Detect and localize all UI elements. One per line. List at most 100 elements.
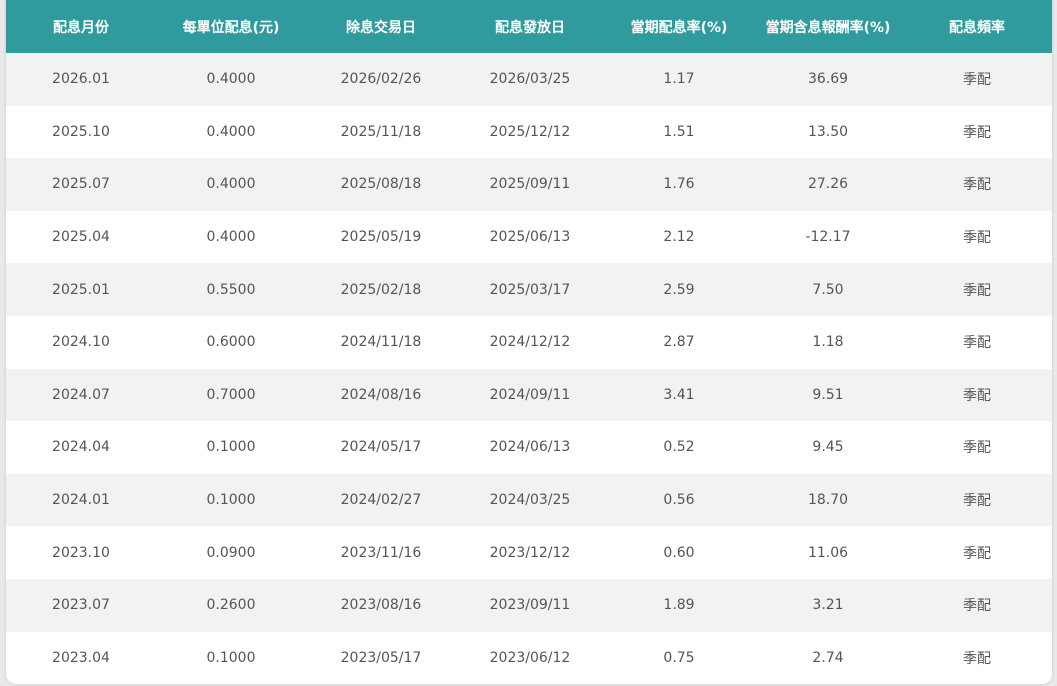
- cell-yield: 1.51: [663, 123, 695, 140]
- table-row: 2023.10 0.0900 2023/11/16 2023/12/12 0.60 11.…: [6, 526, 1052, 579]
- cell-pay-date: 2024/09/11: [489, 386, 571, 403]
- cell-return: 1.18: [812, 334, 844, 351]
- cell-pay-date: 2025/12/12: [489, 123, 571, 140]
- cell-frequency: 季配: [963, 230, 991, 247]
- table-header: 配息月份 每單位配息(元) 除息交易日 配息發放日 當期配息率(%) 當期含息報…: [6, 0, 1052, 53]
- cell-return: 13.50: [807, 123, 849, 140]
- table-row: 2025.01 0.5500 2025/02/18 2025/03/17 2.59 7.5…: [6, 263, 1052, 316]
- table-row: 2024.10 0.6000 2024/11/18 2024/12/12 2.87 1.1…: [6, 315, 1052, 369]
- cell-ex-date: 2025/11/18: [340, 123, 422, 140]
- cell-yield: 2.59: [663, 281, 695, 298]
- cell-month: 2025.10: [52, 123, 110, 140]
- cell-ex-date: 2023/11/16: [340, 544, 422, 561]
- cell-dividend: 0.6000: [206, 334, 256, 351]
- cell-pay-date: 2024/06/13: [489, 439, 571, 456]
- cell-return: -12.17: [805, 229, 851, 246]
- cell-pay-date: 2025/03/17: [489, 281, 571, 298]
- header-distribution-month: 配息月份: [53, 19, 109, 36]
- cell-yield: 3.41: [663, 386, 695, 403]
- cell-pay-date: 2024/03/25: [489, 492, 571, 509]
- cell-dividend: 0.0900: [206, 544, 256, 561]
- cell-month: 2024.10: [52, 334, 110, 351]
- cell-dividend: 0.1000: [206, 649, 256, 666]
- cell-month: 2023.07: [52, 597, 110, 614]
- cell-ex-date: 2026/02/26: [340, 71, 422, 88]
- cell-frequency: 季配: [963, 545, 991, 562]
- cell-dividend: 0.4000: [206, 176, 256, 193]
- cell-pay-date: 2023/09/11: [489, 597, 571, 614]
- cell-month: 2023.04: [52, 649, 110, 666]
- cell-pay-date: 2023/06/12: [489, 649, 571, 666]
- cell-yield: 0.75: [663, 649, 695, 666]
- cell-frequency: 季配: [963, 72, 991, 89]
- table-row: 2025.10 0.4000 2025/11/18 2025/12/12 1.51 13.…: [6, 105, 1052, 159]
- cell-ex-date: 2023/08/16: [340, 597, 422, 614]
- table-row: 2026.01 0.4000 2026/02/26 2026/03/25 1.17 36.…: [6, 53, 1052, 106]
- cell-return: 3.21: [812, 597, 844, 614]
- table-row: 2023.07 0.2600 2023/08/16 2023/09/11 1.89 3.2…: [6, 578, 1052, 632]
- cell-return: 7.50: [812, 281, 844, 298]
- cell-dividend: 0.4000: [206, 123, 256, 140]
- header-row: 配息月份 每單位配息(元) 除息交易日 配息發放日 當期配息率(%) 當期含息報…: [6, 0, 1052, 53]
- header-frequency: 配息頻率: [949, 19, 1005, 36]
- cell-frequency: 季配: [963, 177, 991, 194]
- header-dividend-per-unit: 每單位配息(元): [182, 19, 280, 36]
- cell-return: 36.69: [807, 71, 849, 88]
- header-dividend-yield: 當期配息率(%): [630, 19, 728, 36]
- table-body: 2026.01 0.4000 2026/02/26 2026/03/25 1.17 36.…: [6, 53, 1052, 684]
- cell-yield: 0.56: [663, 492, 695, 509]
- cell-dividend: 0.1000: [206, 492, 256, 509]
- cell-ex-date: 2025/05/19: [340, 229, 422, 246]
- table-row: 2024.01 0.1000 2024/02/27 2024/03/25 0.56 18.…: [6, 473, 1052, 527]
- header-total-return: 當期含息報酬率(%): [765, 19, 891, 36]
- cell-month: 2025.04: [52, 229, 110, 246]
- cell-yield: 0.52: [663, 439, 695, 456]
- cell-month: 2025.01: [52, 281, 110, 298]
- cell-ex-date: 2025/08/18: [340, 176, 422, 193]
- cell-return: 18.70: [807, 492, 849, 509]
- cell-frequency: 季配: [963, 440, 991, 457]
- dividend-table-card: 配息月份 每單位配息(元) 除息交易日 配息發放日 當期配息率(%) 當期含息報…: [6, 0, 1052, 684]
- table-row: 2025.07 0.4000 2025/08/18 2025/09/11 1.76 27.…: [6, 158, 1052, 211]
- cell-dividend: 0.4000: [206, 71, 256, 88]
- cell-dividend: 0.4000: [206, 229, 256, 246]
- header-ex-dividend-date: 除息交易日: [346, 19, 416, 36]
- cell-frequency: 季配: [963, 387, 991, 404]
- cell-return: 2.74: [812, 649, 844, 666]
- cell-yield: 2.87: [663, 334, 695, 351]
- cell-yield: 2.12: [663, 229, 695, 246]
- cell-month: 2024.07: [52, 386, 110, 403]
- cell-yield: 1.89: [663, 597, 695, 614]
- cell-month: 2025.07: [52, 176, 110, 193]
- table-row: 2024.07 0.7000 2024/08/16 2024/09/11 3.41 9.5…: [6, 368, 1052, 422]
- cell-yield: 1.17: [663, 71, 695, 88]
- cell-ex-date: 2024/11/18: [340, 334, 422, 351]
- cell-ex-date: 2024/02/27: [340, 492, 422, 509]
- cell-ex-date: 2025/02/18: [340, 281, 422, 298]
- cell-ex-date: 2024/05/17: [340, 439, 422, 456]
- cell-return: 9.51: [812, 386, 844, 403]
- cell-return: 9.45: [812, 439, 844, 456]
- cell-ex-date: 2024/08/16: [340, 386, 422, 403]
- cell-frequency: 季配: [963, 335, 991, 352]
- cell-return: 27.26: [807, 176, 849, 193]
- cell-month: 2024.04: [52, 439, 110, 456]
- cell-frequency: 季配: [963, 124, 991, 141]
- cell-dividend: 0.5500: [206, 281, 256, 298]
- table-row: 2024.04 0.1000 2024/05/17 2024/06/13 0.52 9.4…: [6, 421, 1052, 474]
- cell-ex-date: 2023/05/17: [340, 649, 422, 666]
- cell-month: 2026.01: [52, 71, 110, 88]
- cell-pay-date: 2025/06/13: [489, 229, 571, 246]
- dividend-history-table: 配息月份 每單位配息(元) 除息交易日 配息發放日 當期配息率(%) 當期含息報…: [6, 0, 1052, 684]
- cell-dividend: 0.7000: [206, 386, 256, 403]
- cell-dividend: 0.1000: [206, 439, 256, 456]
- cell-dividend: 0.2600: [206, 597, 256, 614]
- table-row: 2023.04 0.1000 2023/05/17 2023/06/12 0.75 2.7…: [6, 631, 1052, 684]
- cell-return: 11.06: [807, 544, 849, 561]
- cell-month: 2023.10: [52, 544, 110, 561]
- cell-frequency: 季配: [963, 493, 991, 510]
- cell-month: 2024.01: [52, 492, 110, 509]
- table-row: 2025.04 0.4000 2025/05/19 2025/06/13 2.12 -12…: [6, 210, 1052, 264]
- cell-pay-date: 2025/09/11: [489, 176, 571, 193]
- cell-pay-date: 2026/03/25: [489, 71, 571, 88]
